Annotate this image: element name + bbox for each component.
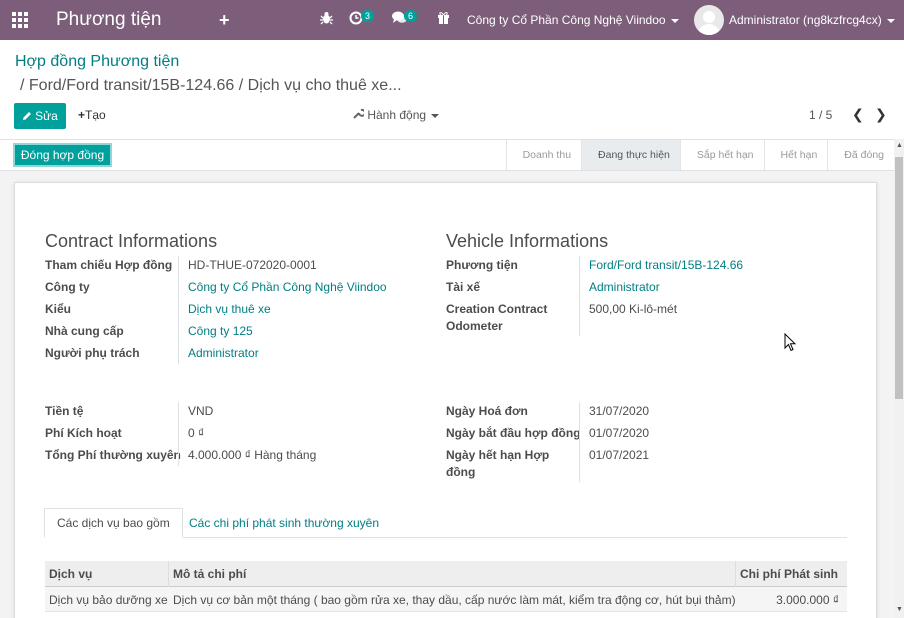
chevron-right-icon[interactable]: ❯ <box>875 106 887 123</box>
table-header: Dịch vụ Mô tả chi phí Chi phí Phát sinh <box>45 561 847 587</box>
currency-value: VND <box>188 404 214 418</box>
chevron-down-icon <box>886 18 895 23</box>
user-name: Administrator (ng8kzfrcg4cx) <box>729 13 882 27</box>
create-label: Tạo <box>85 108 106 122</box>
field-label: Phương tiện <box>446 258 518 272</box>
company-name: Công ty Cổ Phần Công Nghệ Viindoo <box>467 13 666 27</box>
stage-expiring[interactable]: Sắp hết hạn <box>679 140 764 170</box>
field-label: Phí Kích hoạt <box>45 426 122 440</box>
description-cell: Dịch vụ cơ bản một tháng ( bao gồm rửa x… <box>173 592 736 607</box>
field-label: Công ty <box>45 280 90 294</box>
top-navbar: Phương tiện + 3 6 Công ty Cổ Phần Công N… <box>0 0 904 40</box>
chevron-down-icon <box>431 113 440 118</box>
edit-label: Sửa <box>35 109 58 123</box>
responsible-link[interactable]: Administrator <box>188 345 259 362</box>
chevron-left-icon[interactable]: ❮ <box>852 106 864 123</box>
column-header[interactable]: Mô tả chi phí <box>169 561 736 587</box>
recurring-cost-value: 4.000.000 ₫ Hàng tháng <box>188 448 317 462</box>
service-cell: Dịch vụ bảo dưỡng xe <box>49 592 168 607</box>
breadcrumb-parent[interactable]: Hợp đồng Phương tiện <box>15 53 179 71</box>
column-header[interactable]: Dịch vụ <box>45 561 169 587</box>
company-switcher[interactable]: Công ty Cổ Phần Công Nghệ Viindoo <box>467 13 679 27</box>
column-header[interactable]: Chi phí Phát sinh <box>736 561 847 587</box>
stage-in-progress[interactable]: Đang thực hiện <box>581 140 680 170</box>
create-button[interactable]: +Tạo <box>78 108 106 122</box>
table-row[interactable]: Dịch vụ bảo dưỡng xe Dịch vụ cơ bản một … <box>45 587 847 612</box>
actions-label: Hành động <box>367 108 427 122</box>
field-divider <box>579 402 580 482</box>
scrollbar-thumb[interactable] <box>895 157 903 399</box>
field-divider <box>178 402 179 466</box>
vendor-link[interactable]: Công ty 125 <box>188 323 253 340</box>
vehicle-section-title: Vehicle Informations <box>446 231 609 251</box>
field-label: Kiểu <box>45 302 72 316</box>
app-title[interactable]: Phương tiện <box>56 9 161 31</box>
cost-cell: 3.000.000 ₫ <box>776 592 839 607</box>
stage-expired[interactable]: Hết hạn <box>763 140 828 170</box>
pencil-icon <box>23 112 32 120</box>
pager-value[interactable]: 1 / 5 <box>809 108 832 122</box>
field-label: Ngày hết hạn Hợp đồng <box>446 448 550 479</box>
stage-closed[interactable]: Đã đóng <box>827 140 894 170</box>
actions-dropdown[interactable]: Hành động <box>353 108 440 122</box>
invoice-date-value: 31/07/2020 <box>589 404 650 418</box>
field-label: Tổng Phí thường xuyên <box>45 448 181 462</box>
stage-revenue[interactable]: Doanh thu <box>505 140 581 170</box>
expiration-date-value: 01/07/2021 <box>589 448 650 462</box>
avatar[interactable] <box>694 5 724 35</box>
mouse-cursor-icon <box>784 333 796 352</box>
field-label: Ngày bắt đầu hợp đồng <box>446 426 581 440</box>
company-link[interactable]: Công ty Cổ Phần Công Nghệ Viindoo <box>188 279 387 296</box>
plus-icon: + <box>78 108 86 122</box>
gift-icon[interactable] <box>437 11 450 27</box>
field-divider <box>579 256 580 336</box>
scroll-down-arrow-icon[interactable]: ▼ <box>896 606 903 613</box>
driver-link[interactable]: Administrator <box>589 279 660 296</box>
field-divider <box>178 256 179 364</box>
type-link[interactable]: Dịch vụ thuê xe <box>188 301 271 318</box>
contract-section-title: Contract Informations <box>45 231 218 251</box>
field-label: Tham chiếu Hợp đồng <box>45 258 173 272</box>
close-contract-button[interactable]: Đóng hợp đồng <box>13 143 112 167</box>
scroll-up-arrow-icon[interactable]: ▲ <box>896 142 903 149</box>
quick-create-icon[interactable]: + <box>219 10 230 31</box>
field-label: Tiền tệ <box>45 404 84 418</box>
apps-menu-icon[interactable] <box>12 12 30 28</box>
edit-button[interactable]: Sửa <box>14 103 66 129</box>
field-label: Creation Contract Odometer <box>446 302 548 333</box>
tab-recurring-costs[interactable]: Các chi phí phát sinh thường xuyên <box>177 508 391 538</box>
odometer-value: 500,00 Ki-lô-mét <box>589 302 678 316</box>
activation-fee-value: 0 ₫ <box>188 426 205 440</box>
message-count-badge: 6 <box>404 10 418 22</box>
chevron-down-icon <box>670 18 679 23</box>
field-label: Người phụ trách <box>45 346 140 360</box>
debug-bug-icon[interactable] <box>320 11 333 28</box>
user-menu[interactable]: Administrator (ng8kzfrcg4cx) <box>729 13 895 27</box>
tab-included-services[interactable]: Các dịch vụ bao gồm <box>44 508 183 538</box>
vehicle-link[interactable]: Ford/Ford transit/15B-124.66 <box>589 257 743 274</box>
field-label: Ngày Hoá đơn <box>446 404 528 418</box>
start-date-value: 01/07/2020 <box>589 426 650 440</box>
wrench-icon <box>353 108 366 119</box>
breadcrumb-current: / Ford/Ford transit/15B-124.66 / Dịch vụ… <box>20 77 402 94</box>
contract-reference-value: HD-THUE-072020-0001 <box>188 258 317 272</box>
stage-pipeline: Doanh thu Đang thực hiện Sắp hết hạn Hết… <box>505 140 894 170</box>
activity-count-badge: 3 <box>361 10 375 22</box>
field-label: Nhà cung cấp <box>45 324 124 338</box>
field-label: Tài xế <box>446 280 481 294</box>
